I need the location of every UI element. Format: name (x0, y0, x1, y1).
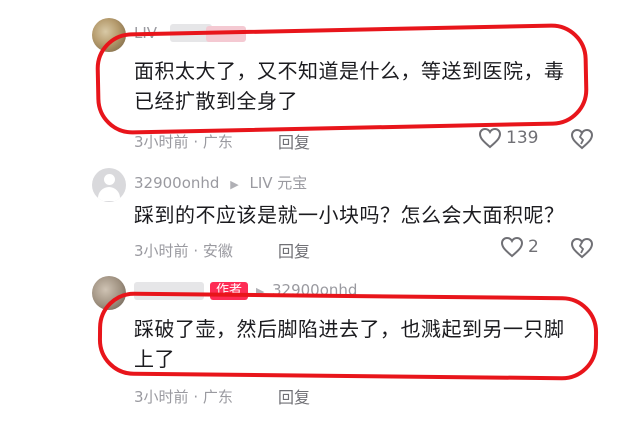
like-count: 2 (528, 237, 539, 257)
avatar-body (98, 187, 120, 201)
comment-timestamp: 3小时前 · 安徽 (134, 240, 233, 261)
comment-time: 3小时前 (134, 242, 189, 260)
comment-text: 踩到的不应该是就一小块吗？怎么会大面积呢？ (134, 200, 604, 230)
comment-username-text: 32900onhd (134, 174, 220, 192)
comment-location: 安徽 (202, 242, 233, 260)
heart-outline-icon (500, 236, 524, 258)
avatar-head (103, 174, 115, 185)
comment-location: 广东 (202, 133, 233, 151)
reply-button[interactable]: 回复 (278, 238, 310, 262)
broken-heart-icon[interactable] (570, 128, 594, 150)
broken-heart-icon[interactable] (570, 237, 594, 259)
comment-item-2: 32900onhd ▶ LIV 元宝 踩到的不应该是就一小块吗？怎么会大面积呢？… (0, 160, 640, 270)
reply-target: LIV 元宝 (249, 174, 308, 192)
meta-separator: · (193, 133, 203, 151)
comment-time: 3小时前 (134, 388, 189, 406)
avatar[interactable] (92, 168, 126, 202)
highlight-outline (97, 291, 599, 381)
comment-text-line: 踩到的不应该是就一小块吗？怎么会大面积呢？ (134, 203, 565, 227)
comment-time: 3小时前 (134, 133, 189, 151)
comment-username[interactable]: 32900onhd ▶ LIV 元宝 (134, 172, 307, 193)
like-button[interactable]: 139 (478, 127, 538, 149)
like-button[interactable]: 2 (500, 236, 539, 258)
reply-button[interactable]: 回复 (278, 129, 310, 153)
reply-arrow-icon: ▶ (230, 178, 239, 191)
comment-thread: LIV 面积太大了，又不知道是什么，等送到医院，毒 已经扩散到全身了 3小时前 … (0, 0, 640, 424)
comment-timestamp: 3小时前 · 广东 (134, 131, 233, 152)
meta-separator: · (193, 388, 203, 406)
like-count: 139 (506, 128, 539, 148)
reply-button[interactable]: 回复 (278, 384, 310, 408)
comment-location: 广东 (202, 388, 233, 406)
highlight-outline (94, 22, 590, 136)
meta-separator: · (193, 242, 203, 260)
heart-outline-icon (478, 127, 502, 149)
comment-timestamp: 3小时前 · 广东 (134, 386, 233, 407)
